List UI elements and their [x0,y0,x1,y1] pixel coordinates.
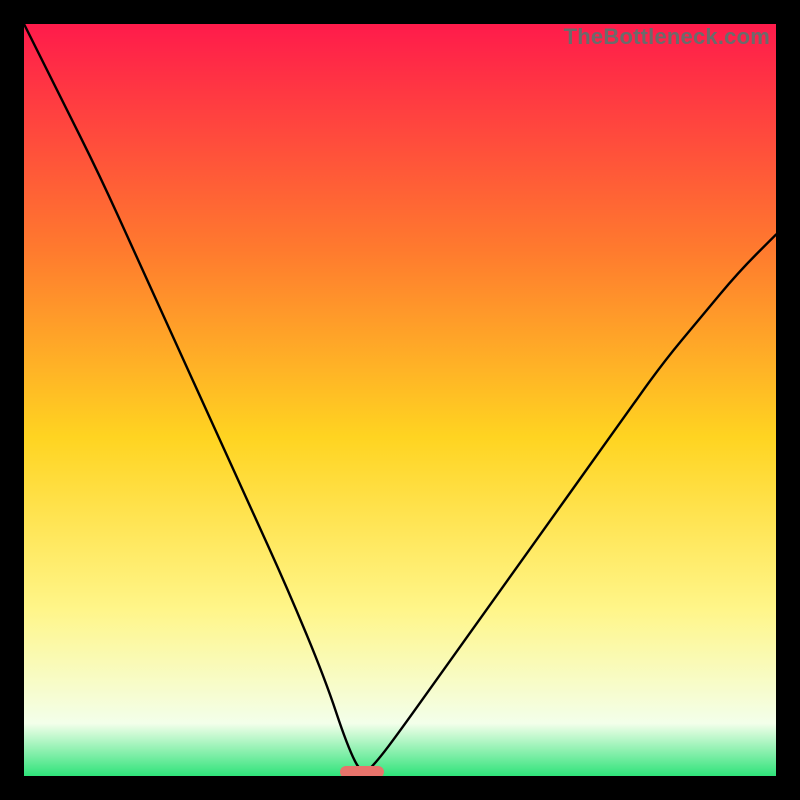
watermark-text: TheBottleneck.com [564,24,770,50]
chart-frame: TheBottleneck.com [0,0,800,800]
gradient-background [24,24,776,776]
plot-area: TheBottleneck.com [24,24,776,776]
bottleneck-chart [24,24,776,776]
minimum-marker [340,766,384,776]
